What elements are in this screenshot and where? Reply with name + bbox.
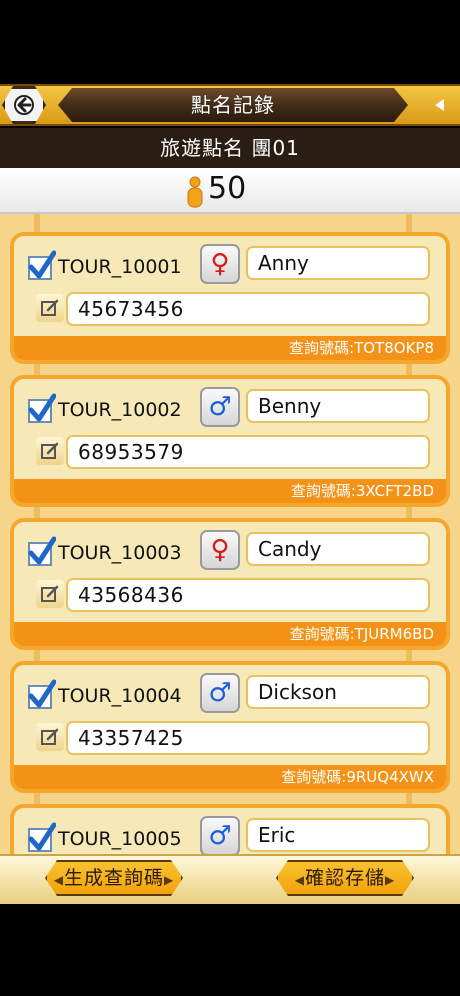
menu-toggle-button[interactable] (412, 88, 460, 122)
tour-id: TOUR_10001 (58, 256, 182, 278)
gender-female-button[interactable]: ♀ (200, 244, 240, 284)
page-title: 點名記錄 (191, 93, 275, 117)
phone-field[interactable]: 68953579 (66, 435, 430, 469)
tour-id: TOUR_10004 (58, 685, 182, 707)
person-icon (187, 176, 203, 208)
checkmark-icon (28, 536, 56, 565)
gender-male-button[interactable]: ♂ (200, 816, 240, 854)
group-name: 旅遊點名 團01 (0, 128, 460, 168)
tourist-card: TOUR_10004 ♂ Dickson 43357425 查詢號碼:9RUQ4… (10, 661, 450, 793)
tourist-count: 50 (208, 171, 247, 206)
confirm-save-button[interactable]: ◀確認存儲▶ (276, 860, 414, 896)
edit-icon[interactable] (36, 723, 64, 751)
checkmark-icon (28, 679, 56, 708)
tour-id: TOUR_10003 (58, 542, 182, 564)
phone-field[interactable]: 43357425 (66, 721, 430, 755)
checkmark-icon (28, 822, 56, 851)
tourist-list[interactable]: TOUR_10001 ♀ Anny 45673456 查詢號碼:TOT8OKP8… (0, 214, 460, 854)
name-field[interactable]: Eric (246, 818, 430, 852)
edit-icon[interactable] (36, 294, 64, 322)
edit-icon[interactable] (36, 580, 64, 608)
phone-field[interactable]: 43568436 (66, 578, 430, 612)
name-field[interactable]: Dickson (246, 675, 430, 709)
attendance-checkbox[interactable] (28, 393, 56, 423)
checkmark-icon (28, 393, 56, 422)
caret-right-icon: ▶ (385, 873, 396, 887)
tourist-card: TOUR_10002 ♂ Benny 68953579 查詢號碼:3XCFT2B… (10, 375, 450, 507)
save-button-label: 確認存儲 (304, 867, 385, 889)
gender-male-button[interactable]: ♂ (200, 387, 240, 427)
tourist-card: TOUR_10005 ♂ Eric (10, 804, 450, 854)
query-code: 查詢號碼:9RUQ4XWX (14, 765, 446, 789)
caret-left-icon: ◀ (53, 873, 64, 887)
query-code: 查詢號碼:3XCFT2BD (14, 479, 446, 503)
attendance-checkbox[interactable] (28, 679, 56, 709)
generate-query-code-button[interactable]: ◀生成查詢碼▶ (45, 860, 183, 896)
phone-field[interactable]: 45673456 (66, 292, 430, 326)
tourist-card: TOUR_10001 ♀ Anny 45673456 查詢號碼:TOT8OKP8 (10, 232, 450, 364)
caret-left-icon (435, 99, 444, 111)
tour-id: TOUR_10002 (58, 399, 182, 421)
tourist-card: TOUR_10003 ♀ Candy 43568436 查詢號碼:TJURM6B… (10, 518, 450, 650)
edit-icon[interactable] (36, 437, 64, 465)
query-code: 查詢號碼:TOT8OKP8 (14, 336, 446, 360)
query-code: 查詢號碼:TJURM6BD (14, 622, 446, 646)
generate-button-label: 生成查詢碼 (63, 867, 164, 889)
name-field[interactable]: Candy (246, 532, 430, 566)
attendance-checkbox[interactable] (28, 822, 56, 852)
gender-male-button[interactable]: ♂ (200, 673, 240, 713)
attendance-checkbox[interactable] (28, 250, 56, 280)
arrow-left-icon (14, 95, 34, 115)
name-field[interactable]: Benny (246, 389, 430, 423)
caret-right-icon: ▶ (164, 873, 175, 887)
tour-id: TOUR_10005 (58, 828, 182, 850)
gender-female-button[interactable]: ♀ (200, 530, 240, 570)
caret-left-icon: ◀ (294, 873, 305, 887)
name-field[interactable]: Anny (246, 246, 430, 280)
attendance-checkbox[interactable] (28, 536, 56, 566)
checkmark-icon (28, 250, 56, 279)
